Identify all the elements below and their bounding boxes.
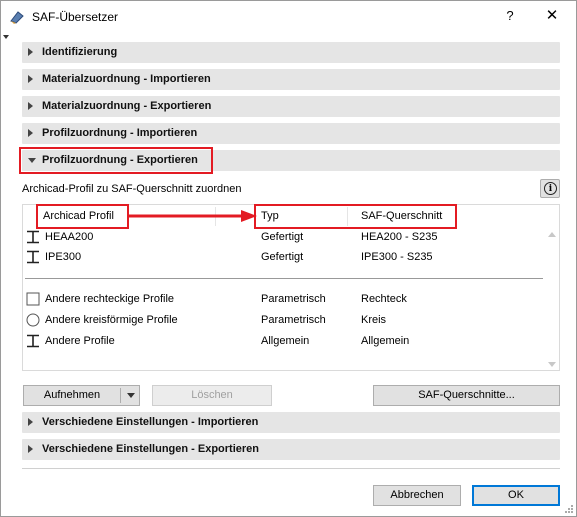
help-button[interactable]: ? (498, 4, 522, 28)
profile-type: Allgemein (261, 335, 310, 347)
expand-triangle-icon (28, 102, 33, 110)
saf-translator-dialog: SAF-Übersetzer ? ✕ Identifizierung Mater… (0, 0, 577, 517)
table-row[interactable]: Andere rechteckige Profile Parametrisch … (23, 289, 543, 309)
i-beam-icon (27, 334, 39, 348)
dropdown-arrow-icon (3, 35, 9, 39)
add-button-label: Aufnehmen (43, 389, 101, 401)
profile-name: Andere kreisförmige Profile (45, 314, 178, 326)
rectangle-icon (26, 292, 40, 306)
highlight-box-profile-export (19, 147, 213, 174)
title-bar: SAF-Übersetzer ? ✕ (1, 1, 576, 33)
split-separator (120, 388, 121, 403)
profile-name: IPE300 (45, 251, 82, 263)
section-material-export[interactable]: Materialzuordnung - Exportieren (22, 96, 560, 117)
i-beam-icon (27, 250, 39, 264)
profile-name: Andere rechteckige Profile (45, 293, 175, 305)
saf-section: Kreis (361, 314, 387, 326)
scroll-up-icon[interactable] (548, 232, 556, 237)
profile-type: Parametrisch (261, 314, 326, 326)
circle-icon (26, 313, 40, 327)
add-split-button[interactable]: Aufnehmen (23, 385, 140, 406)
profile-type: Gefertigt (261, 231, 304, 243)
section-label: Profilzuordnung - Importieren (42, 127, 198, 139)
expand-triangle-icon (28, 129, 33, 137)
section-label: Verschiedene Einstellungen - Exportieren (42, 443, 260, 455)
saf-sections-button[interactable]: SAF-Querschnitte... (373, 385, 560, 406)
table-row[interactable]: Andere kreisförmige Profile Parametrisch… (23, 310, 543, 330)
table-row[interactable]: IPE300 Gefertigt IPE300 - S235 (23, 247, 543, 267)
section-identifizierung[interactable]: Identifizierung (22, 42, 560, 63)
app-icon (10, 11, 24, 24)
scroll-down-icon[interactable] (548, 362, 556, 367)
profile-mapping-list[interactable]: Archicad Profil Typ SAF-Querschnitt HEAA… (22, 204, 560, 371)
section-misc-import[interactable]: Verschiedene Einstellungen - Importieren (22, 412, 560, 433)
saf-section: Rechteck (361, 293, 407, 305)
section-label: Identifizierung (42, 46, 118, 58)
expand-triangle-icon (28, 418, 33, 426)
chevron-down-icon[interactable] (127, 393, 135, 398)
section-label: Materialzuordnung - Importieren (42, 73, 211, 85)
section-label: Materialzuordnung - Exportieren (42, 100, 212, 112)
highlight-box-archicad-profile (36, 204, 129, 229)
profile-type: Gefertigt (261, 251, 304, 263)
saf-section: HEA200 - S235 (361, 231, 438, 243)
expand-triangle-icon (28, 75, 33, 83)
saf-section: IPE300 - S235 (361, 251, 433, 263)
info-button[interactable]: i (540, 179, 560, 198)
profile-name: Andere Profile (45, 335, 115, 347)
resize-grip-icon[interactable] (564, 504, 574, 514)
red-arrow-icon (127, 210, 257, 222)
profile-type: Parametrisch (261, 293, 326, 305)
highlight-box-type-section (254, 204, 457, 229)
table-row[interactable]: HEAA200 Gefertigt HEA200 - S235 (23, 227, 543, 247)
close-button[interactable]: ✕ (538, 4, 566, 28)
cancel-button[interactable]: Abbrechen (373, 485, 461, 506)
footer-divider (22, 468, 560, 469)
table-row[interactable]: Andere Profile Allgemein Allgemein (23, 331, 543, 351)
section-profile-import[interactable]: Profilzuordnung - Importieren (22, 123, 560, 144)
profile-name: HEAA200 (45, 231, 94, 243)
window-title: SAF-Übersetzer (32, 10, 119, 24)
i-beam-icon (27, 230, 39, 244)
expand-triangle-icon (28, 445, 33, 453)
list-divider (25, 278, 543, 279)
saf-section: Allgemein (361, 335, 410, 347)
section-misc-export[interactable]: Verschiedene Einstellungen - Exportieren (22, 439, 560, 460)
ok-button[interactable]: OK (472, 485, 560, 506)
section-label: Verschiedene Einstellungen - Importieren (42, 416, 259, 428)
info-icon: i (544, 182, 557, 195)
expand-triangle-icon (28, 48, 33, 56)
section-material-import[interactable]: Materialzuordnung - Importieren (22, 69, 560, 90)
delete-button[interactable]: Löschen (152, 385, 272, 406)
panel-subtitle: Archicad-Profil zu SAF-Querschnitt zuord… (22, 183, 242, 195)
